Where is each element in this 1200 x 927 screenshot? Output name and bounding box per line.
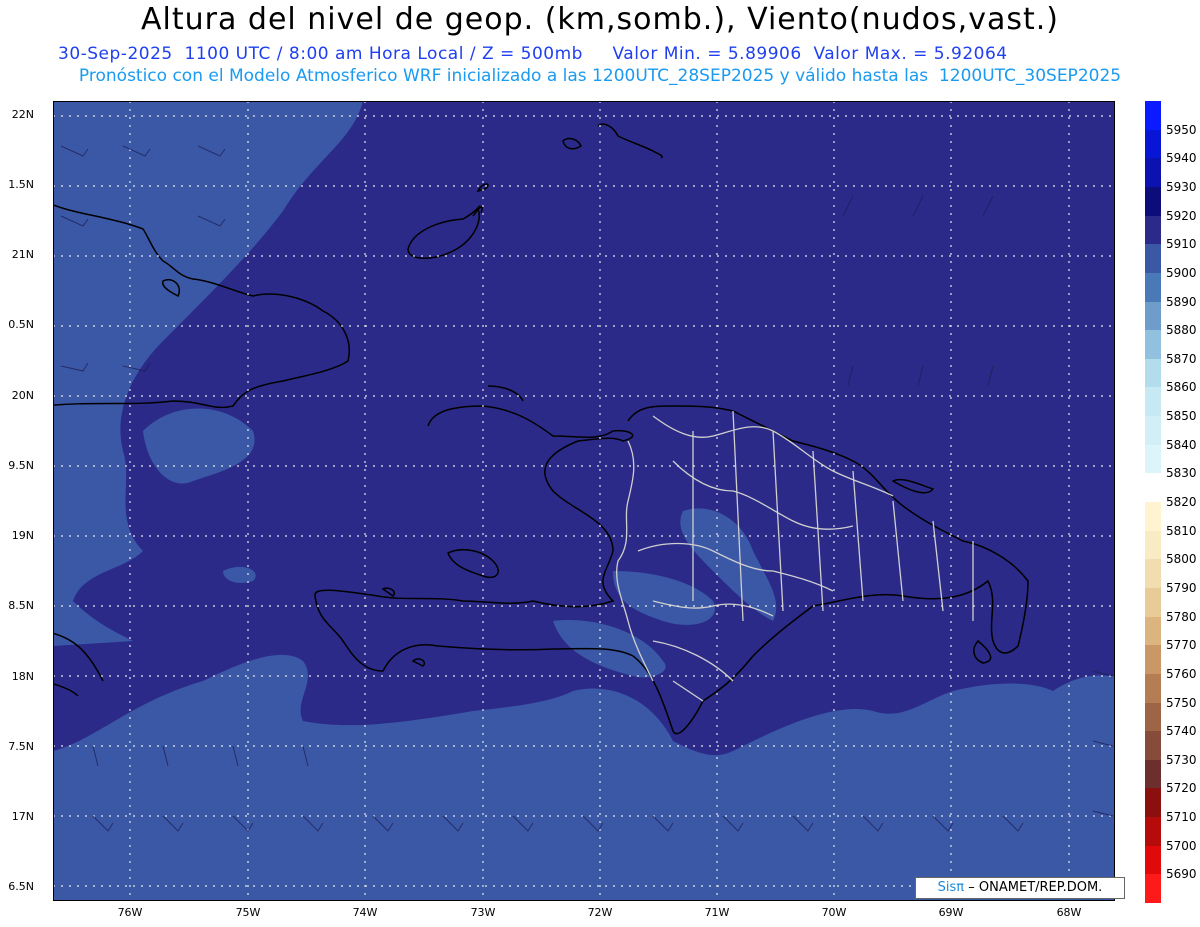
colorbar-level-label: 5860 (1166, 380, 1197, 395)
x-tick-label: 75W (235, 906, 261, 919)
y-tick-label: 20N (11, 389, 34, 402)
colorbar-level-label: 5890 (1166, 294, 1197, 309)
y-tick-label: 18N (11, 670, 34, 683)
colorbar-level-label: 5770 (1166, 638, 1197, 653)
colorbar-level-label: 5920 (1166, 208, 1197, 223)
x-tick-label: 71W (704, 906, 730, 919)
colorbar-segment (1145, 530, 1161, 560)
colorbar-level-label: 5730 (1166, 752, 1197, 767)
colorbar-segment (1145, 301, 1161, 331)
colorbar-segment (1145, 731, 1161, 761)
colorbar-level-label: 5690 (1166, 867, 1197, 882)
x-tick-label: 73W (470, 906, 496, 919)
x-tick-label: 74W (352, 906, 378, 919)
colorbar-level-label: 5720 (1166, 781, 1197, 796)
colorbar-segment (1145, 559, 1161, 589)
colorbar-level-label: 5940 (1166, 151, 1197, 166)
colorbar-segment (1145, 702, 1161, 732)
colorbar-level-label: 5790 (1166, 580, 1197, 595)
colorbar-level-label: 5760 (1166, 666, 1197, 681)
colorbar-segment (1145, 645, 1161, 675)
colorbar-segment (1145, 129, 1161, 159)
subtitle-time-values: 30-Sep-2025 1100 UTC / 8:00 am Hora Loca… (58, 44, 1008, 64)
colorbar-segment (1145, 759, 1161, 789)
map-title: Altura del nivel de geop. (km,somb.), Vi… (141, 2, 1059, 37)
subtitle-model-info: Pronóstico con el Modelo Atmosferico WRF… (78, 66, 1122, 86)
colorbar-segment (1145, 416, 1161, 446)
credit-text: – ONAMET/REP.DOM. (968, 880, 1103, 895)
colorbar-segment (1145, 186, 1161, 217)
y-tick-label: 21N (11, 248, 34, 261)
colorbar-segment (1145, 244, 1161, 274)
x-tick-label: 76W (117, 906, 143, 919)
x-tick-label: 72W (587, 906, 613, 919)
y-tick-label: 8.5N (8, 599, 34, 612)
colorbar-level-label: 5810 (1166, 523, 1197, 538)
colorbar-level-label: 5880 (1166, 323, 1197, 338)
colorbar-segment (1145, 502, 1161, 532)
colorbar-segment (1145, 473, 1161, 503)
y-tick-label: 19N (11, 529, 34, 542)
x-tick-label: 70W (821, 906, 847, 919)
colorbar-segment (1145, 330, 1161, 360)
y-tick-label: 22N (11, 108, 34, 121)
y-tick-label: 7.5N (8, 740, 34, 753)
colorbar-segment (1145, 673, 1161, 703)
colorbar-segment (1145, 616, 1161, 646)
colorbar-level-label: 5700 (1166, 838, 1197, 853)
colorbar-level-label: 5820 (1166, 495, 1197, 509)
colorbar-level-label: 5710 (1166, 810, 1197, 825)
colorbar-segment (1145, 817, 1161, 847)
colorbar-segment (1145, 874, 1161, 904)
credit-brand: Sisπ (937, 880, 965, 895)
credit-box: Sisπ – ONAMET/REP.DOM. (915, 877, 1125, 899)
y-tick-label: 1.5N (8, 178, 34, 191)
colorbar-segment (1145, 101, 1161, 131)
colorbar-segment (1145, 788, 1161, 818)
colorbar-level-label: 5850 (1166, 409, 1197, 424)
map-frame (53, 101, 1115, 901)
y-tick-label: 9.5N (8, 459, 34, 472)
y-tick-label: 6.5N (8, 880, 34, 893)
colorbar-segment (1145, 444, 1161, 474)
colorbar-segment (1145, 587, 1161, 618)
colorbar-level-label: 5900 (1166, 265, 1197, 280)
colorbar-level-label: 5780 (1166, 609, 1197, 624)
x-tick-label: 68W (1056, 906, 1082, 919)
colorbar-level-label: 5930 (1166, 179, 1197, 194)
x-tick-label: 69W (938, 906, 964, 919)
colorbar-level-label: 5840 (1166, 437, 1197, 452)
colorbar-segment (1145, 215, 1161, 245)
colorbar-level-label: 5750 (1166, 695, 1197, 710)
colorbar-level-label: 5910 (1166, 237, 1197, 252)
colorbar-segment (1145, 158, 1161, 188)
colorbar (1145, 101, 1161, 904)
colorbar-level-label: 5870 (1166, 351, 1197, 366)
colorbar-segment (1145, 387, 1161, 417)
colorbar-segment (1145, 845, 1161, 875)
y-tick-label: 17N (11, 810, 34, 823)
colorbar-segment (1145, 358, 1161, 388)
colorbar-segment (1145, 272, 1161, 302)
colorbar-level-label: 5950 (1166, 122, 1197, 137)
colorbar-level-label: 5740 (1166, 724, 1197, 739)
y-tick-label: 0.5N (8, 318, 34, 331)
colorbar-level-label: 5830 (1166, 466, 1197, 481)
colorbar-level-label: 5800 (1166, 552, 1197, 567)
